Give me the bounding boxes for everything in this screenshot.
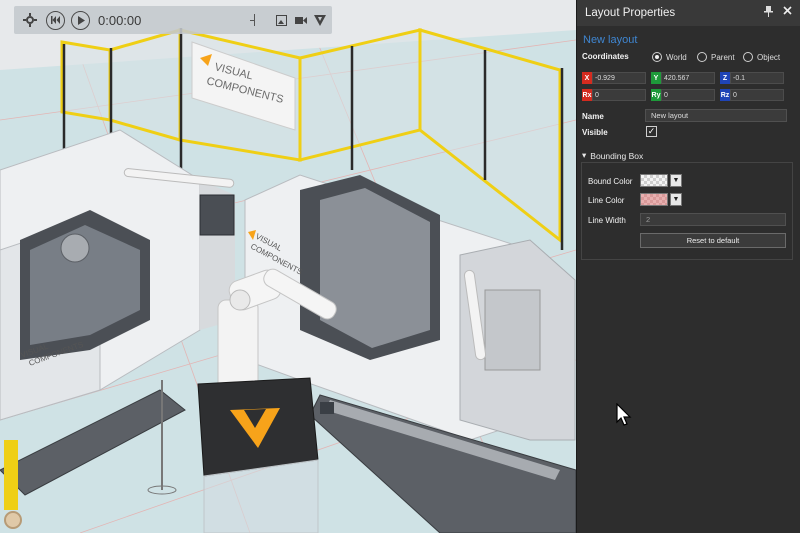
- line-color-swatch[interactable]: [640, 193, 668, 206]
- rx-value[interactable]: 0: [592, 89, 646, 101]
- rz-tag: Rz: [720, 89, 730, 101]
- bound-color-swatch[interactable]: [640, 174, 668, 187]
- ry-tag: Ry: [651, 89, 661, 101]
- y-field[interactable]: Y 420.567: [651, 72, 715, 84]
- bounding-box-title: Bounding Box: [590, 150, 644, 161]
- bound-color-dropdown[interactable]: ▼: [670, 174, 682, 187]
- app-window: VISUAL COMPONENTS VISUAL COMPONENTS VISU…: [0, 0, 800, 533]
- radio-parent[interactable]: Parent: [697, 52, 735, 62]
- playback-toolbar: 0:00:00: [14, 6, 332, 34]
- collapse-triangle-icon[interactable]: ▾: [582, 150, 586, 161]
- panel-title: Layout Properties: [585, 7, 676, 19]
- x-value[interactable]: -0.929: [592, 72, 646, 84]
- radio-object[interactable]: Object: [743, 52, 780, 62]
- factory-scene: VISUAL COMPONENTS VISUAL COMPONENTS VISU…: [0, 0, 576, 533]
- name-label: Name: [582, 112, 604, 121]
- rz-value[interactable]: 0: [730, 89, 784, 101]
- image-icon[interactable]: [275, 14, 288, 27]
- ry-field[interactable]: Ry 0: [651, 89, 715, 101]
- coordinates-label: Coordinates: [582, 52, 629, 61]
- line-color-label: Line Color: [588, 196, 625, 205]
- reset-to-default-button[interactable]: Reset to default: [640, 233, 786, 248]
- radio-world-dot[interactable]: [652, 52, 662, 62]
- skip-back-icon[interactable]: [46, 10, 65, 30]
- rx-field[interactable]: Rx 0: [582, 89, 646, 101]
- timeline-slider[interactable]: [160, 10, 269, 30]
- y-tag: Y: [651, 72, 661, 84]
- line-color-dropdown[interactable]: ▼: [670, 193, 682, 206]
- gear-icon[interactable]: [20, 10, 40, 30]
- rx-tag: Rx: [582, 89, 592, 101]
- 3d-viewport[interactable]: VISUAL COMPONENTS VISUAL COMPONENTS VISU…: [0, 0, 576, 533]
- video-camera-icon[interactable]: [294, 14, 307, 27]
- y-value[interactable]: 420.567: [661, 72, 715, 84]
- visible-label: Visible: [582, 128, 608, 137]
- bound-color-label: Bound Color: [588, 177, 633, 186]
- line-width-input[interactable]: 2: [640, 213, 786, 226]
- name-input[interactable]: New layout: [645, 109, 787, 122]
- ry-value[interactable]: 0: [661, 89, 715, 101]
- radio-world-label: World: [666, 52, 687, 62]
- radio-parent-label: Parent: [711, 52, 735, 62]
- line-width-label: Line Width: [588, 216, 626, 225]
- vc-logo-icon[interactable]: [313, 14, 326, 27]
- close-icon[interactable]: [783, 6, 792, 20]
- rz-field[interactable]: Rz 0: [720, 89, 784, 101]
- z-field[interactable]: Z -0.1: [720, 72, 784, 84]
- visible-checkbox[interactable]: ✓: [646, 126, 657, 137]
- radio-world[interactable]: World: [652, 52, 687, 62]
- navigation-badge[interactable]: [4, 511, 22, 529]
- panel-header: Layout Properties: [577, 0, 800, 26]
- radio-object-label: Object: [757, 52, 781, 62]
- radio-object-dot[interactable]: [743, 52, 753, 62]
- object-name-title: New layout: [583, 34, 638, 46]
- bounding-box-section: Bound Color ▼ Line Color ▼ Line Width 2 …: [581, 162, 793, 260]
- x-field[interactable]: X -0.929: [582, 72, 646, 84]
- play-icon[interactable]: [71, 10, 90, 30]
- radio-parent-dot[interactable]: [697, 52, 707, 62]
- time-display: 0:00:00: [98, 12, 142, 28]
- mouse-cursor-icon: [616, 402, 632, 429]
- bounding-box-header[interactable]: ▾ Bounding Box: [582, 150, 643, 161]
- x-tag: X: [582, 72, 592, 84]
- z-tag: Z: [720, 72, 730, 84]
- layout-properties-panel: Layout Properties New layout Coordinates…: [576, 0, 800, 533]
- z-value[interactable]: -0.1: [730, 72, 784, 84]
- pin-icon[interactable]: [764, 6, 773, 20]
